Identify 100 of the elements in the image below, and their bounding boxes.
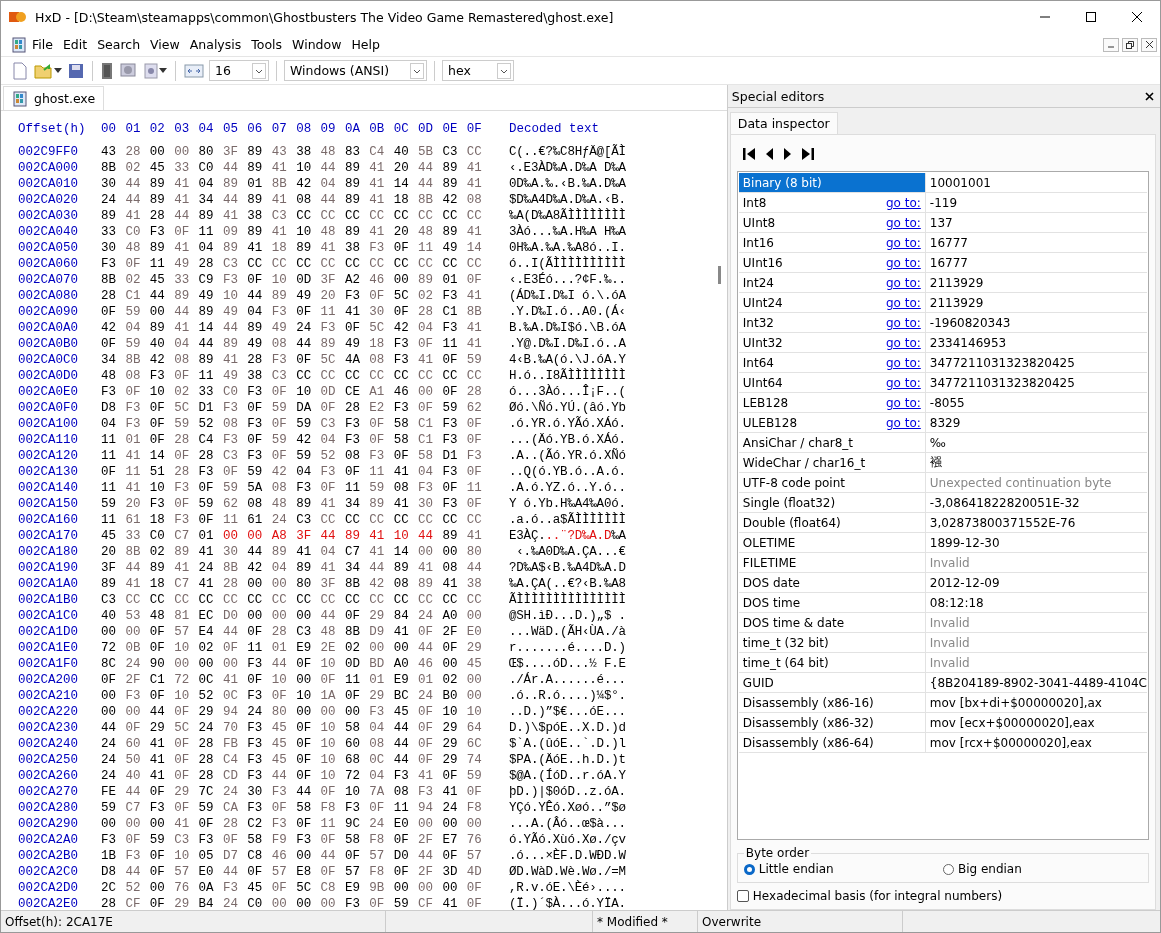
- close-button[interactable]: [1145, 91, 1154, 101]
- decoded-text[interactable]: .ó..R.ó....)¼$°.: [509, 689, 626, 703]
- file-tab[interactable]: ghost.exe: [3, 86, 105, 110]
- inspector-value[interactable]: -3,08641822820051E-32: [925, 493, 1147, 512]
- decoded-text[interactable]: ó.YÃó.Xùó.Xø./çv: [509, 833, 626, 847]
- decoded-text[interactable]: ‹.‰A0D‰A.ÇA...€: [509, 545, 626, 559]
- hex-bytes[interactable]: 11 41 14 0F 28 C3 F3 0F 59 52 08 F3 0F 58 D1 F3: [101, 449, 492, 463]
- hex-bytes[interactable]: 24 44 89 41 34 44 89 41 08 44 89 41 18 8B 42 08: [101, 193, 492, 207]
- goto-link[interactable]: go to:: [885, 255, 921, 270]
- inspector-value[interactable]: 08:12:18: [925, 593, 1147, 612]
- save-button[interactable]: [67, 61, 85, 80]
- decoded-text[interactable]: ?D‰A$‹B.‰A4D‰A.D: [509, 561, 626, 575]
- hex-bytes[interactable]: 72 0B 0F 10 02 0F 11 01 E9 2E 02 00 00 44 0F 29: [101, 641, 492, 655]
- inspector-name-cell[interactable]: Int8 go to:: [738, 193, 926, 212]
- process-button[interactable]: [142, 60, 168, 81]
- inspector-name-cell[interactable]: UInt32 go to:: [738, 333, 926, 352]
- inspector-value[interactable]: 16777: [925, 233, 1147, 252]
- hex-bytes[interactable]: 43 28 00 00 80 3F 89 43 38 48 83 C4 40 5B C3 CC: [101, 145, 492, 159]
- decoded-text[interactable]: ...WäD.(ÃH‹ÙA./à: [509, 625, 626, 639]
- decoded-text[interactable]: C(..€?‰C8HƒÄ@[ÃÌ: [509, 145, 626, 159]
- hex-bytes[interactable]: 2C 52 00 76 0A F3 45 0F 5C C8 E9 9B 00 00 00 0F: [101, 881, 492, 895]
- previous-icon[interactable]: [764, 147, 774, 161]
- inspector-value[interactable]: 2113929: [925, 293, 1147, 312]
- inspector-name-cell[interactable]: GUID: [738, 673, 926, 692]
- hex-bytes[interactable]: F3 0F 59 C3 F3 0F 58 F9 F3 0F 58 F8 0F 2F E7 76: [101, 833, 492, 847]
- hex-bytes[interactable]: 59 20 F3 0F 59 62 08 48 89 41 34 89 41 30 F3 0F: [101, 497, 492, 511]
- decoded-text[interactable]: H.ó..I8ÃÌÌÌÌÌÌÌÌ: [509, 369, 626, 383]
- hex-bytes[interactable]: 20 8B 02 89 41 30 44 89 41 04 C7 41 14 00 00 80: [101, 545, 492, 559]
- hex-bytes[interactable]: 11 01 0F 28 C4 F3 0F 59 42 04 F3 0F 58 C1 F3 0F: [101, 433, 492, 447]
- goto-link[interactable]: go to:: [885, 275, 921, 290]
- hex-bytes[interactable]: 00 00 00 41 0F 28 C2 F3 0F 11 9C 24 E0 00 00 00: [101, 817, 492, 831]
- inspector-value[interactable]: Unexpected continuation byte: [925, 473, 1147, 492]
- hex-basis-checkbox[interactable]: Hexadecimal basis (for integral numbers): [736, 889, 1149, 903]
- hex-bytes[interactable]: 45 33 C0 C7 01 00 00 A8 3F 44 89 41 10 44 89 41: [101, 529, 492, 543]
- menu-item[interactable]: Search: [92, 35, 146, 54]
- decoded-text[interactable]: (ÁD‰I.D‰I ó.\.óA: [509, 289, 626, 303]
- inspector-value[interactable]: 1899-12-30: [925, 533, 1147, 552]
- hex-bytes[interactable]: 89 41 18 C7 41 28 00 00 80 3F 8B 42 08 89 41 38: [101, 577, 492, 591]
- inspector-value[interactable]: ‰: [925, 433, 1147, 452]
- radio-option[interactable]: Little endian: [743, 862, 943, 876]
- hex-bytes[interactable]: 28 CF 0F 29 B4 24 C0 00 00 00 F3 0F 59 CF 41 0F: [101, 897, 492, 911]
- close-button[interactable]: [1141, 37, 1157, 52]
- decoded-text[interactable]: ‹.E3Éó...?¢F.‰..: [509, 273, 626, 287]
- inspector-value[interactable]: 2012-12-09: [925, 573, 1147, 592]
- inspector-value[interactable]: 10001001: [925, 173, 1147, 192]
- hex-bytes[interactable]: 24 50 41 0F 28 C4 F3 45 0F 10 68 0C 44 0F 29 74: [101, 753, 492, 767]
- hex-bytes[interactable]: 0F 2F C1 72 0C 41 0F 10 00 0F 11 01 E9 01 02 00: [101, 673, 492, 687]
- decoded-text[interactable]: .A..(Ãó.YR.ó.XÑó: [509, 449, 626, 463]
- hex-bytes[interactable]: 33 C0 F3 0F 11 09 89 41 10 48 89 41 20 48 89 41: [101, 225, 492, 239]
- hex-bytes[interactable]: 28 C1 44 89 49 10 44 89 49 20 F3 0F 5C 02 F3 41: [101, 289, 492, 303]
- bytes-per-row-dropdown[interactable]: 16: [209, 60, 269, 81]
- inspector-value[interactable]: 2334146953: [925, 333, 1147, 352]
- menu-item[interactable]: Tools: [246, 35, 288, 54]
- hex-bytes[interactable]: 00 F3 0F 10 52 0C F3 0F 10 1A 0F 29 BC 24 B0 00: [101, 689, 492, 703]
- decoded-text[interactable]: D.)\$póE..X.D.)d: [509, 721, 626, 735]
- goto-link[interactable]: go to:: [885, 335, 921, 350]
- inspector-name-cell[interactable]: DOS date: [738, 573, 926, 592]
- decoded-text[interactable]: .Y.D‰I.ó..A0.(Á‹: [509, 305, 626, 319]
- inspector-value[interactable]: 3477211031323820425: [925, 353, 1147, 372]
- hex-bytes[interactable]: C3 CC CC CC CC CC CC CC CC CC CC CC CC CC CC CC: [101, 593, 492, 607]
- inspector-value[interactable]: Invalid: [925, 633, 1147, 652]
- splitter-handle[interactable]: [718, 266, 722, 284]
- inspector-name-cell[interactable]: WideChar / char16_t: [738, 453, 926, 472]
- goto-link[interactable]: go to:: [885, 395, 921, 410]
- hex-bytes[interactable]: 00 00 0F 57 E4 44 0F 28 C3 48 8B D9 41 0F 2F E0: [101, 625, 492, 639]
- inspector-name-cell[interactable]: UInt64 go to:: [738, 373, 926, 392]
- decoded-text[interactable]: $`A.(ûóE..`.D.)l: [509, 737, 626, 751]
- decoded-text[interactable]: ØD.WàD.Wè.Wø./=M: [509, 865, 626, 879]
- inspector-name-cell[interactable]: ULEB128 go to:: [738, 413, 926, 432]
- inspector-value[interactable]: 3,02873800371552E-76: [925, 513, 1147, 532]
- hex-bytes[interactable]: 40 53 48 81 EC D0 00 00 00 44 0F 29 84 24 A0 00: [101, 609, 492, 623]
- decoded-text[interactable]: .Y@.D‰I.D‰I.ó..A: [509, 337, 626, 351]
- hex-bytes[interactable]: 1B F3 0F 10 05 D7 C8 46 00 44 0F 57 D0 44 0F 57: [101, 849, 492, 863]
- decoded-text[interactable]: ...(Äó.YB.ó.XÁó.: [509, 433, 626, 447]
- inspector-value[interactable]: Invalid: [925, 613, 1147, 632]
- ram-button[interactable]: [100, 60, 114, 81]
- offset-base-dropdown[interactable]: hex: [442, 60, 514, 81]
- inspector-name-cell[interactable]: Single (float32): [738, 493, 926, 512]
- hex-bytes[interactable]: 3F 44 89 41 24 8B 42 04 89 41 34 44 89 41 08 44: [101, 561, 492, 575]
- decoded-text[interactable]: .ó.YR.ó.YÃó.XÁó.: [509, 417, 626, 431]
- inspector-name-cell[interactable]: Disassembly (x86-64): [738, 733, 926, 752]
- decoded-text[interactable]: ./Ár.A......é...: [509, 673, 626, 687]
- inspector-name-cell[interactable]: Disassembly (x86-32): [738, 713, 926, 732]
- decoded-text[interactable]: 0H‰A.‰A.‰A8ó..I.: [509, 241, 626, 255]
- decoded-text[interactable]: YÇó.YÊó.Xøó..”$ø: [509, 801, 626, 815]
- decoded-text[interactable]: (Ï.)´$À...ó.YÏA.: [509, 897, 626, 911]
- inspector-name-cell[interactable]: DOS time & date: [738, 613, 926, 632]
- menu-item[interactable]: Analysis: [184, 35, 247, 54]
- inspector-name-cell[interactable]: UInt24 go to:: [738, 293, 926, 312]
- decoded-text[interactable]: Y ó.Yb.H‰A4‰A0ó.: [509, 497, 626, 511]
- decoded-text[interactable]: $@A.(ÍóD..r.óA.Y: [509, 769, 626, 783]
- inspector-name-cell[interactable]: UInt8 go to:: [738, 213, 926, 232]
- inspector-value[interactable]: {8B204189-8902-3041-4489-4104C: [925, 673, 1147, 692]
- hex-bytes[interactable]: F3 0F 11 49 28 C3 CC CC CC CC CC CC CC CC CC CC: [101, 257, 492, 271]
- decoded-text[interactable]: Œ$....óD...½ F.E: [509, 657, 626, 671]
- hex-bytes[interactable]: 30 44 89 41 04 89 01 8B 42 04 89 41 14 44 89 41: [101, 177, 492, 191]
- inspector-name-cell[interactable]: DOS time: [738, 593, 926, 612]
- decoded-text[interactable]: .ó...×ÈF.D.WÐD.W: [509, 849, 626, 863]
- decoded-text[interactable]: $D‰A4D‰A.D‰A.‹B.: [509, 193, 626, 207]
- goto-link[interactable]: go to:: [885, 315, 921, 330]
